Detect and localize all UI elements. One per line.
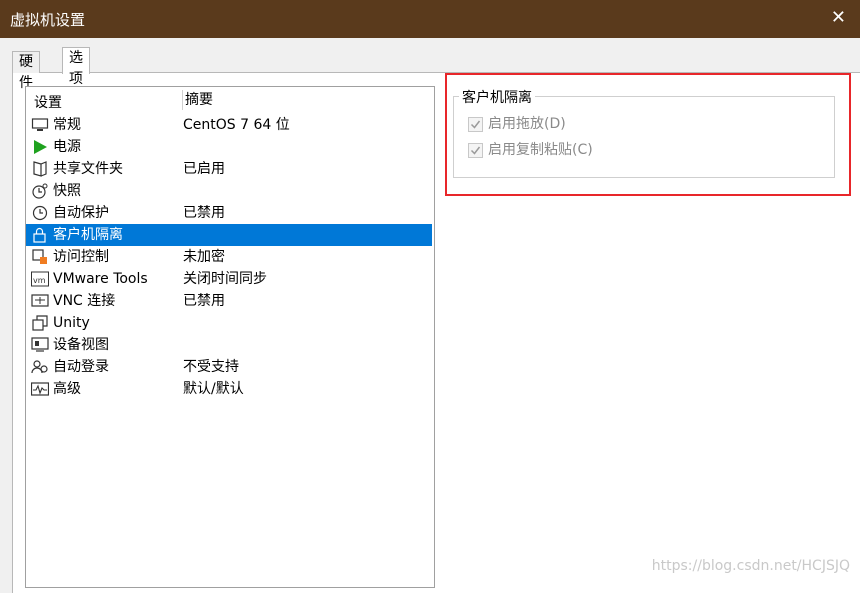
column-header-summary[interactable]: 摘要 [182, 90, 213, 110]
monitor-icon [31, 118, 49, 131]
list-item-name: 客户机隔离 [53, 224, 123, 246]
list-item-summary: 已禁用 [183, 293, 225, 309]
list-item-vnc[interactable]: VNC 连接 已禁用 [26, 290, 432, 312]
list-item-shared-folders[interactable]: 共享文件夹 已启用 [26, 158, 432, 180]
list-item-autoprotect[interactable]: 自动保护 已禁用 [26, 202, 432, 224]
lock-icon [33, 227, 46, 243]
svg-text:vm: vm [33, 276, 46, 285]
list-header: 设置 摘要 [26, 90, 434, 112]
list-item-name: VNC 连接 [53, 293, 116, 309]
power-play-icon [34, 140, 47, 154]
access-control-icon [32, 249, 47, 264]
list-item-summary: 未加密 [183, 249, 225, 265]
list-item-name: 自动保护 [53, 205, 109, 221]
list-item-general[interactable]: 常规 CentOS 7 64 位 [26, 114, 432, 136]
advanced-pulse-icon [31, 382, 49, 396]
list-item-access-control[interactable]: 访问控制 未加密 [26, 246, 432, 268]
list-item-name: 常规 [53, 117, 81, 133]
list-item-guest-isolation[interactable]: 客户机隔离 [26, 224, 432, 246]
list-item-summary: CentOS 7 64 位 [183, 117, 290, 133]
checkbox-box[interactable] [468, 143, 483, 158]
device-view-icon [31, 337, 49, 352]
list-item-vmware-tools[interactable]: vm VMware Tools 关闭时间同步 [26, 268, 432, 290]
shared-folder-icon [33, 161, 47, 177]
autologin-users-icon [31, 360, 48, 374]
list-item-name: VMware Tools [53, 271, 148, 287]
list-item-autologin[interactable]: 自动登录 不受支持 [26, 356, 432, 378]
checkbox-box[interactable] [468, 117, 483, 132]
list-item-name: Unity [53, 315, 90, 331]
checkmark-icon [470, 146, 481, 155]
window-title: 虚拟机设置 [10, 11, 86, 29]
list-item-name: 设备视图 [53, 337, 109, 353]
list-item-advanced[interactable]: 高级 默认/默认 [26, 378, 432, 400]
list-item-device-view[interactable]: 设备视图 [26, 334, 432, 356]
list-item-summary: 已启用 [183, 161, 225, 177]
vm-icon: vm [31, 271, 49, 287]
tab-options[interactable]: 选项 [62, 47, 90, 87]
unity-icon [32, 315, 48, 331]
list-item-name: 电源 [53, 139, 81, 155]
column-header-setting[interactable]: 设置 [34, 92, 62, 112]
autoprotect-clock-icon [32, 205, 48, 221]
settings-list[interactable]: 设置 摘要 常规 CentOS 7 64 位 电源 共享文件夹 已启用 快照 自… [25, 86, 435, 588]
snapshot-clock-icon [32, 183, 48, 199]
title-bar: 虚拟机设置 ✕ [0, 0, 860, 38]
list-item-summary: 默认/默认 [183, 381, 244, 397]
checkmark-icon [470, 120, 481, 129]
close-icon[interactable]: ✕ [831, 8, 846, 28]
list-item-name: 访问控制 [53, 249, 109, 265]
checkbox-label: 启用复制粘贴(C) [488, 142, 593, 158]
list-item-summary: 不受支持 [183, 359, 239, 375]
list-item-summary: 已禁用 [183, 205, 225, 221]
list-item-name: 高级 [53, 381, 81, 397]
list-item-power[interactable]: 电源 [26, 136, 432, 158]
list-item-snapshots[interactable]: 快照 [26, 180, 432, 202]
guest-isolation-group [453, 96, 835, 178]
watermark: https://blog.csdn.net/HCJSJQ [651, 558, 850, 574]
list-item-summary: 关闭时间同步 [183, 271, 267, 287]
vnc-icon [31, 294, 49, 307]
checkbox-label: 启用拖放(D) [488, 116, 566, 132]
list-item-name: 快照 [53, 183, 81, 199]
tab-hardware[interactable]: 硬件 [12, 51, 40, 91]
group-title: 客户机隔离 [459, 87, 535, 107]
list-item-name: 自动登录 [53, 359, 109, 375]
list-item-unity[interactable]: Unity [26, 312, 432, 334]
list-item-name: 共享文件夹 [53, 161, 123, 177]
